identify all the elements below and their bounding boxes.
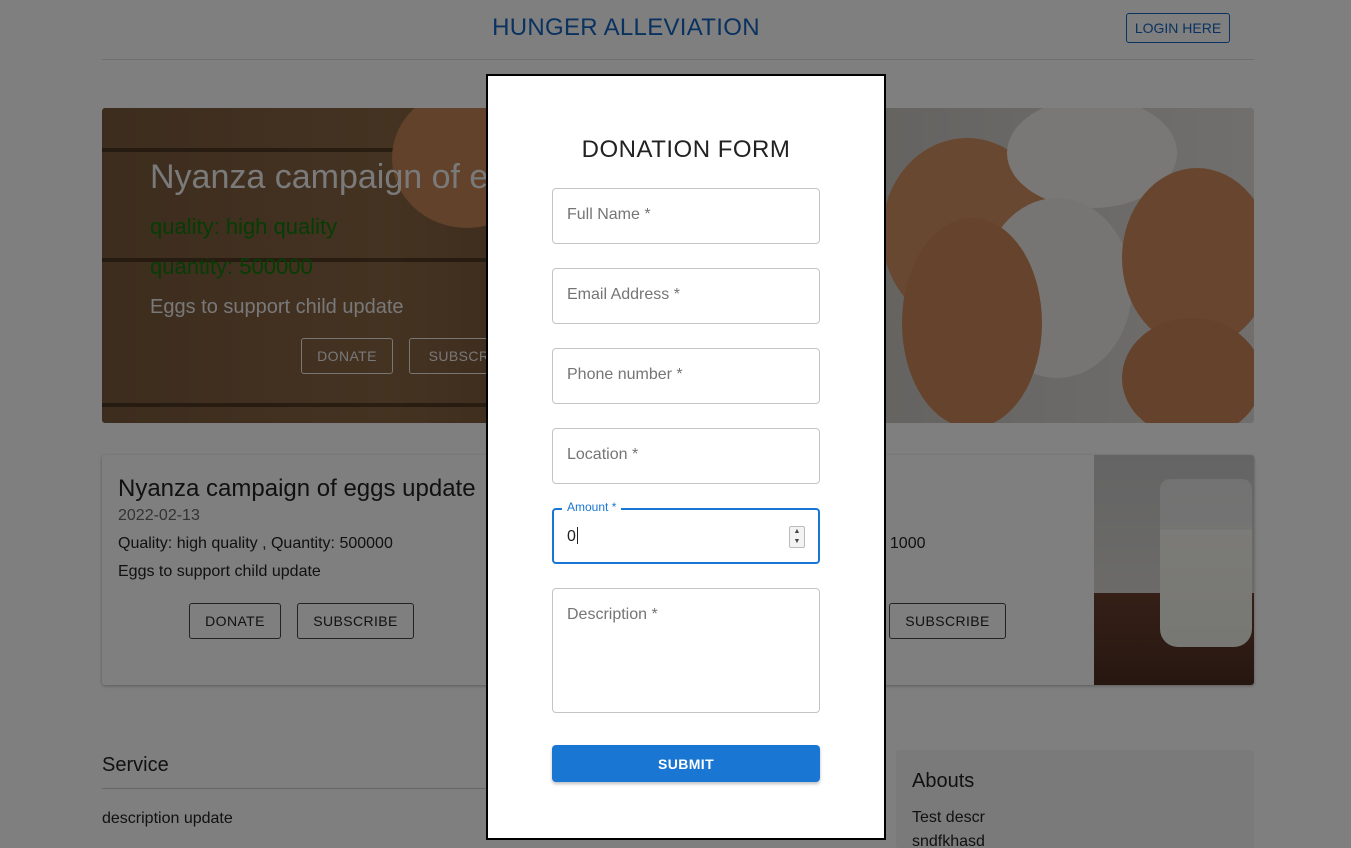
description-field[interactable]: Description * [552,588,820,713]
email-placeholder: Email Address * [567,286,680,303]
full-name-field[interactable]: Full Name * [552,188,820,244]
location-placeholder: Location * [567,446,639,463]
phone-field[interactable]: Phone number * [552,348,820,404]
amount-field[interactable]: Amount * 0 ▲ ▼ [552,500,820,564]
full-name-placeholder: Full Name * [567,206,651,223]
description-placeholder: Description * [567,606,658,623]
spin-up-icon[interactable]: ▲ [790,527,804,537]
submit-button[interactable]: SUBMIT [552,745,820,782]
donation-form-dialog: DONATION FORM Full Name * Email Address … [486,74,886,840]
phone-placeholder: Phone number * [567,366,683,383]
text-caret [576,527,578,544]
dialog-title: DONATION FORM [581,136,791,163]
number-spinner[interactable]: ▲ ▼ [789,526,805,548]
amount-input-value[interactable]: 0 [567,527,578,546]
email-field[interactable]: Email Address * [552,268,820,324]
location-field[interactable]: Location * [552,428,820,484]
amount-label: Amount * [562,500,622,514]
spin-down-icon[interactable]: ▼ [790,537,804,547]
